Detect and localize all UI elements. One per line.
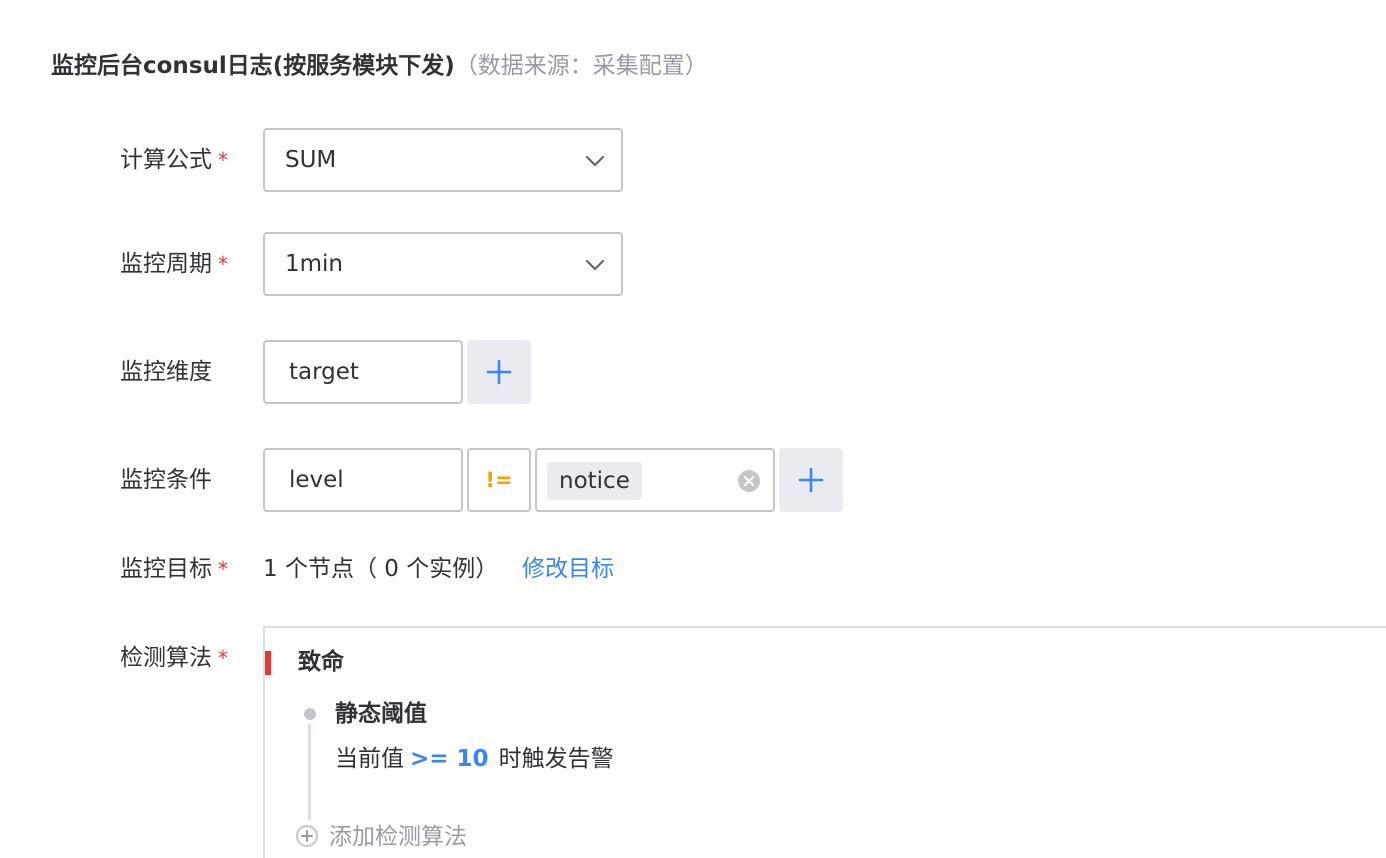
required-mark: * — [218, 646, 228, 670]
condition-key-value: level — [289, 467, 344, 493]
plus-icon — [486, 359, 512, 385]
target-label: 监控目标 * — [120, 553, 228, 585]
section-title-text: 监控后台consul日志(按服务模块下发) — [51, 53, 455, 79]
period-select[interactable]: 1min — [263, 232, 623, 296]
condition-label: 监控条件 — [120, 464, 212, 496]
add-circle-icon — [296, 825, 318, 847]
algorithm-name[interactable]: 静态阈值 — [335, 698, 427, 730]
algorithm-label: 检测算法 * — [120, 642, 228, 674]
required-mark: * — [218, 252, 228, 276]
add-algorithm-button[interactable]: 添加检测算法 — [295, 821, 467, 853]
condition-value-tag: notice — [547, 462, 642, 500]
condition-label-text: 监控条件 — [120, 467, 212, 493]
dimension-label: 监控维度 — [120, 356, 212, 388]
condition-operator-select[interactable]: != — [467, 448, 531, 512]
target-summary: 1 个节点（ 0 个实例） — [263, 556, 499, 582]
required-mark: * — [218, 557, 228, 581]
strategy-form: 监控后台consul日志(按服务模块下发)（数据来源：采集配置） 计算公式 * S… — [0, 0, 1386, 858]
condition-key-input[interactable]: level — [263, 448, 463, 512]
level-indicator-bar — [265, 651, 271, 675]
formula-label: 计算公式 * — [120, 144, 228, 176]
timeline-line — [308, 724, 311, 820]
dimension-tag-input[interactable]: target — [263, 340, 463, 404]
dimension-value: target — [289, 359, 359, 385]
clear-icon[interactable] — [737, 469, 761, 493]
period-label: 监控周期 * — [120, 248, 228, 280]
formula-select[interactable]: SUM — [263, 128, 623, 192]
algorithm-desc-prefix: 当前值 — [335, 746, 404, 772]
chevron-down-icon — [585, 155, 605, 167]
target-label-text: 监控目标 — [120, 556, 212, 582]
formula-label-text: 计算公式 — [120, 147, 212, 173]
level-title: 致命 — [298, 649, 344, 675]
period-label-text: 监控周期 — [120, 251, 212, 277]
add-algorithm-label: 添加检测算法 — [329, 824, 467, 850]
add-condition-button[interactable] — [779, 448, 843, 512]
section-title: 监控后台consul日志(按服务模块下发)（数据来源：采集配置） — [51, 50, 708, 82]
condition-operator-value: != — [485, 468, 513, 492]
chevron-down-icon — [585, 259, 605, 271]
data-source-note: （数据来源：采集配置） — [454, 53, 708, 79]
timeline-dot — [304, 708, 316, 720]
algorithm-label-text: 检测算法 — [120, 645, 212, 671]
algorithm-panel: 致命 静态阈值 当前值 >= 10 时触发告警 添加检测算法 — [263, 626, 1386, 858]
required-mark: * — [218, 148, 228, 172]
formula-select-value: SUM — [285, 147, 337, 173]
edit-target-link[interactable]: 修改目标 — [522, 553, 614, 585]
algorithm-description: 当前值 >= 10 时触发告警 — [335, 743, 614, 775]
period-select-value: 1min — [285, 251, 344, 277]
add-dimension-button[interactable] — [467, 340, 531, 404]
algorithm-threshold: >= 10 — [410, 746, 489, 772]
algorithm-desc-suffix: 时触发告警 — [498, 746, 614, 772]
dimension-label-text: 监控维度 — [120, 359, 212, 385]
plus-icon — [798, 467, 824, 493]
condition-value-input[interactable]: notice — [535, 448, 775, 512]
